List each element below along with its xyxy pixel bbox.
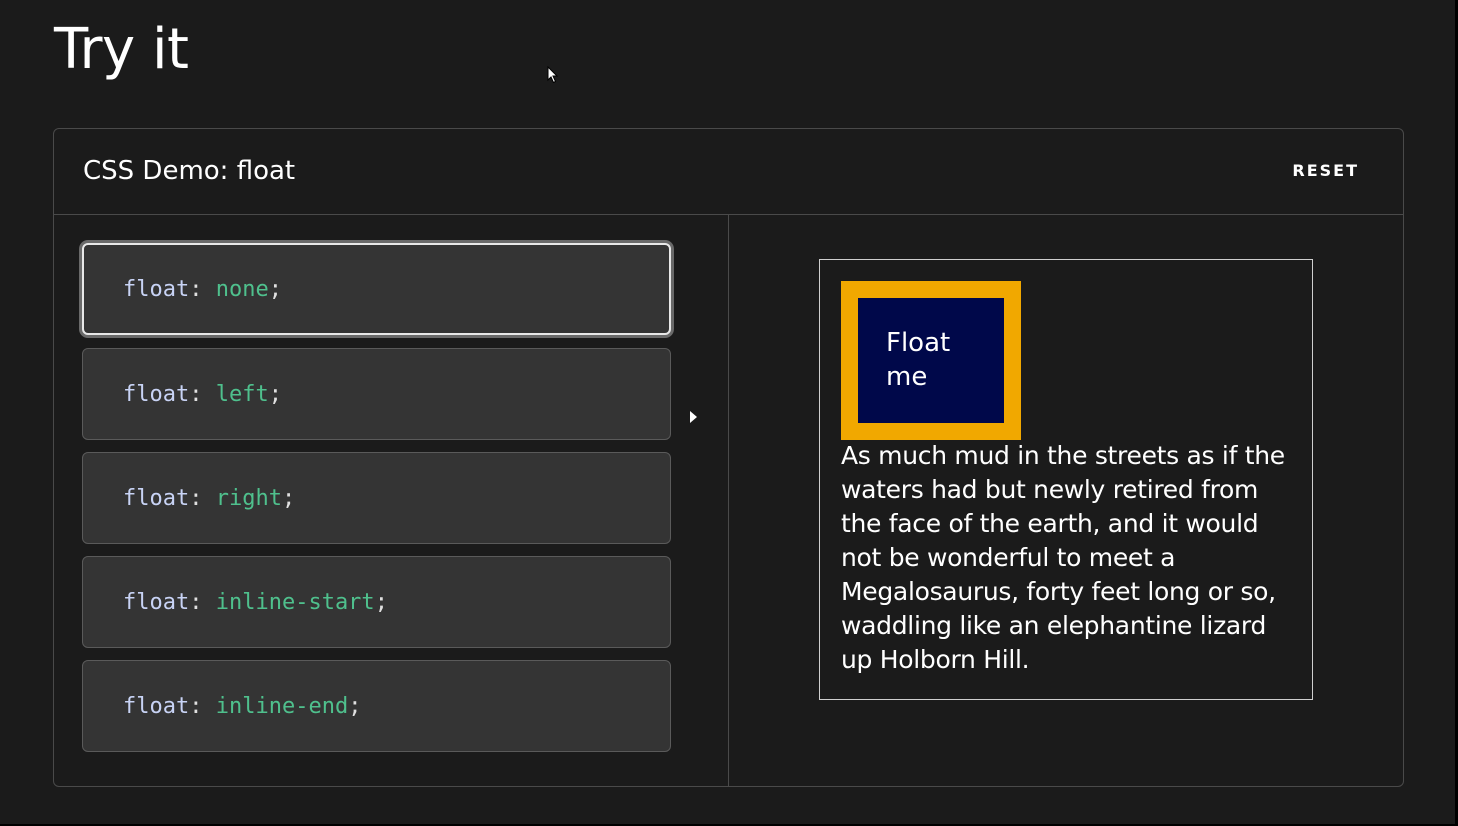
choice-value: none bbox=[215, 277, 269, 302]
choice-colon: : bbox=[189, 486, 203, 511]
page-title: Try it bbox=[54, 17, 189, 82]
choice-colon: : bbox=[189, 590, 203, 615]
choice-semicolon: ; bbox=[348, 694, 362, 719]
choice-colon: : bbox=[189, 382, 203, 407]
choice-float-left[interactable]: float: left; bbox=[82, 348, 671, 440]
choice-value: left bbox=[215, 382, 269, 407]
choice-property: float bbox=[123, 694, 190, 719]
choice-value: right bbox=[215, 486, 282, 511]
choice-float-inline-end[interactable]: float: inline-end; bbox=[82, 660, 671, 752]
example-paragraph: As much mud in the streets as if the wat… bbox=[841, 441, 1285, 674]
output-panel: Float me As much mud in the streets as i… bbox=[729, 215, 1403, 786]
choice-property: float bbox=[123, 382, 190, 407]
reset-button[interactable]: RESET bbox=[1292, 160, 1359, 182]
float-me-label: Float me bbox=[886, 328, 951, 392]
example-element: Float me As much mud in the streets as i… bbox=[819, 259, 1313, 700]
choice-list: float: none; float: left; float: right; … bbox=[54, 215, 729, 786]
choice-float-right[interactable]: float: right; bbox=[82, 452, 671, 544]
choice-semicolon: ; bbox=[268, 382, 282, 407]
choice-float-inline-start[interactable]: float: inline-start; bbox=[82, 556, 671, 648]
demo-title: CSS Demo: float bbox=[83, 156, 296, 186]
choice-property: float bbox=[123, 486, 190, 511]
css-demo-panel: CSS Demo: float RESET float: none; float… bbox=[53, 128, 1404, 787]
play-triangle-icon bbox=[690, 411, 697, 423]
choice-semicolon: ; bbox=[268, 277, 282, 302]
choice-value: inline-end bbox=[215, 694, 349, 719]
choice-semicolon: ; bbox=[374, 590, 388, 615]
choice-float-none[interactable]: float: none; bbox=[82, 243, 671, 335]
choice-colon: : bbox=[189, 694, 203, 719]
choice-semicolon: ; bbox=[281, 486, 296, 511]
choice-colon: : bbox=[189, 277, 203, 302]
choice-property: float bbox=[123, 277, 190, 302]
page: Try it CSS Demo: float RESET float: none… bbox=[0, 0, 1458, 826]
choice-property: float bbox=[123, 590, 190, 615]
mouse-cursor-icon bbox=[547, 66, 559, 84]
choice-value: inline-start bbox=[215, 590, 375, 615]
demo-header: CSS Demo: float RESET bbox=[54, 129, 1403, 215]
float-me-box: Float me bbox=[841, 281, 1021, 440]
